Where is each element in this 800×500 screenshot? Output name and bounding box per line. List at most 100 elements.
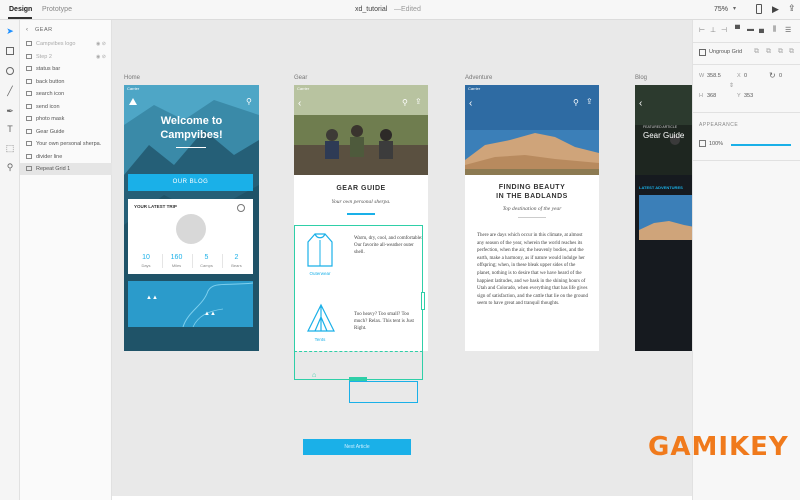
- tab-design[interactable]: Design: [9, 6, 32, 13]
- device-preview-icon[interactable]: [756, 4, 762, 14]
- send-icon[interactable]: ⇪: [586, 97, 593, 106]
- layer-item[interactable]: Repeat Grid 1: [20, 163, 112, 175]
- back-button-icon[interactable]: ‹: [469, 98, 472, 109]
- repeat-grid-cell-divider: [294, 225, 423, 352]
- visibility-lock-icon[interactable]: ◉ ⊘: [96, 51, 106, 63]
- zoom-tool-icon[interactable]: ⚲: [5, 162, 15, 172]
- trip-stat-label: Bears: [231, 263, 242, 268]
- layer-item[interactable]: divider line: [20, 151, 112, 163]
- latest-trip-card[interactable]: YOUR LATEST TRIP 10 Days 160 Miles 5 Camps 2 Be…: [128, 199, 253, 274]
- opacity-icon: [699, 140, 706, 147]
- canvas[interactable]: Home Gear Adventure Blog Carrier ⚲ Welco…: [112, 20, 692, 496]
- pen-tool-icon[interactable]: ✒: [5, 106, 15, 116]
- text-tool-icon[interactable]: T: [5, 124, 15, 134]
- latest-adventures-label: LATEST ADVENTURES: [639, 185, 683, 190]
- artboard-home[interactable]: Carrier ⚲ Welcome to Campvibes! OUR BLOG…: [124, 85, 259, 351]
- search-icon[interactable]: ⚲: [573, 98, 579, 107]
- chevron-down-icon[interactable]: ▾: [733, 5, 736, 12]
- search-icon[interactable]: ⚲: [402, 98, 408, 107]
- layer-item[interactable]: Gear Guide: [20, 126, 112, 138]
- distribute-icon[interactable]: ⫼: [773, 26, 776, 34]
- align-left-icon[interactable]: ⊢: [699, 26, 705, 34]
- layer-item[interactable]: Campvibes logo ◉ ⊘: [20, 38, 112, 50]
- ellipse-tool-icon[interactable]: [5, 66, 15, 76]
- width-field[interactable]: 358.5: [707, 73, 721, 79]
- align-middle-icon[interactable]: ▬: [747, 26, 754, 33]
- boolean-exclude-icon[interactable]: ⧉: [789, 48, 794, 56]
- rotation-field[interactable]: 0: [779, 73, 782, 79]
- layer-item[interactable]: back button: [20, 76, 112, 88]
- trip-stat: 2 Bears: [222, 254, 250, 268]
- visibility-lock-icon[interactable]: ◉ ⊘: [96, 38, 106, 50]
- artboard-label-home[interactable]: Home: [124, 75, 140, 81]
- boolean-subtract-icon[interactable]: ⧉: [766, 48, 771, 56]
- layer-item[interactable]: search icon: [20, 88, 112, 100]
- home-title-line1: Welcome to: [160, 115, 223, 127]
- blog-hero-photo: [635, 85, 692, 175]
- boolean-intersect-icon[interactable]: ⧉: [778, 48, 783, 56]
- artboard-label-blog[interactable]: Blog: [635, 75, 647, 81]
- zoom-level[interactable]: 75%: [714, 6, 728, 13]
- trip-stat-label: Miles: [171, 263, 182, 268]
- layer-item[interactable]: send icon: [20, 101, 112, 113]
- artboard-adventure[interactable]: Carrier ‹ ⚲ ⇪ FINDING BEAUTY IN THE BADL…: [465, 85, 599, 351]
- share-icon[interactable]: ⇪: [788, 3, 796, 14]
- layer-item[interactable]: Your own personal sherpa.: [20, 138, 112, 150]
- align-bottom-icon[interactable]: ▄: [759, 26, 764, 33]
- ghost-grid-cell: [349, 381, 418, 403]
- select-tool-icon[interactable]: ➤: [5, 26, 15, 36]
- adventure-subtitle: Top destination of the year: [502, 206, 562, 212]
- layer-item[interactable]: Step 2 ◉ ⊘: [20, 51, 112, 63]
- blog-thumbnail[interactable]: [639, 195, 692, 240]
- play-icon[interactable]: ▶: [772, 4, 779, 15]
- trip-map[interactable]: ▲▲ ▲▲: [128, 281, 254, 328]
- ungroup-grid-button[interactable]: Ungroup Grid: [699, 48, 747, 58]
- status-bar: Carrier: [468, 86, 481, 91]
- layer-label: Your own personal sherpa.: [36, 141, 102, 147]
- send-icon[interactable]: ⇪: [415, 97, 422, 106]
- our-blog-button[interactable]: OUR BLOG: [128, 174, 253, 191]
- artboard-tool-icon[interactable]: ⬚: [5, 143, 15, 153]
- layer-type-icon: [26, 153, 32, 159]
- adventure-title-line2: IN THE BADLANDS: [496, 193, 568, 200]
- artboard-label-adventure[interactable]: Adventure: [465, 75, 492, 81]
- layer-type-icon: [26, 103, 32, 109]
- blog-featured-title: Gear Guide: [643, 131, 685, 140]
- back-button-icon[interactable]: ‹: [298, 98, 301, 109]
- trip-stat-value: 160: [170, 254, 183, 261]
- back-arrow-icon[interactable]: ‹: [26, 27, 28, 33]
- align-top-icon[interactable]: ▀: [735, 26, 740, 33]
- top-bar: Design Prototype xd_tutorial — Edited 75…: [0, 0, 800, 20]
- line-tool-icon[interactable]: ╱: [5, 86, 15, 96]
- artboard-blog[interactable]: ‹ FEATURED ARTICLE Gear Guide LATEST ADV…: [635, 85, 692, 351]
- tab-prototype[interactable]: Prototype: [42, 6, 72, 13]
- layer-type-icon: [26, 91, 32, 97]
- boolean-add-icon[interactable]: ⧉: [754, 48, 759, 56]
- opacity-field[interactable]: 100%: [709, 141, 723, 147]
- status-bar: Carrier: [297, 86, 310, 91]
- ghost-tent-icon: ⌂: [312, 372, 317, 379]
- back-button-icon[interactable]: ‹: [639, 98, 642, 109]
- align-right-icon[interactable]: ⊣: [721, 26, 727, 34]
- watermark-logo: GAMIKEY: [648, 432, 789, 462]
- rectangle-tool-icon[interactable]: [5, 46, 15, 56]
- height-field[interactable]: 368: [707, 93, 716, 99]
- artboard-label-gear[interactable]: Gear: [294, 75, 307, 81]
- align-center-icon[interactable]: ⊥: [710, 26, 716, 34]
- repeat-grid-horizontal-handle[interactable]: [421, 292, 425, 310]
- y-field[interactable]: 353: [744, 93, 753, 99]
- featured-label: FEATURED ARTICLE: [643, 125, 678, 129]
- title-divider: [176, 147, 206, 148]
- x-field[interactable]: 0: [744, 73, 747, 79]
- next-article-button[interactable]: Next Article: [303, 439, 411, 455]
- lock-aspect-icon[interactable]: ⇕: [729, 82, 734, 89]
- trip-stat-label: Camps: [200, 263, 213, 268]
- layer-label: divider line: [36, 153, 63, 160]
- layer-item[interactable]: photo mask: [20, 113, 112, 125]
- search-icon[interactable]: ⚲: [246, 97, 252, 106]
- layer-type-icon: [26, 53, 32, 59]
- distribute-vertical-icon[interactable]: ☰: [785, 26, 791, 34]
- layer-item[interactable]: status bar: [20, 63, 112, 75]
- opacity-slider[interactable]: [731, 144, 791, 146]
- align-toolbar: ⊢ ⊥ ⊣ ▀ ▬ ▄ ⫼ ☰: [699, 26, 795, 40]
